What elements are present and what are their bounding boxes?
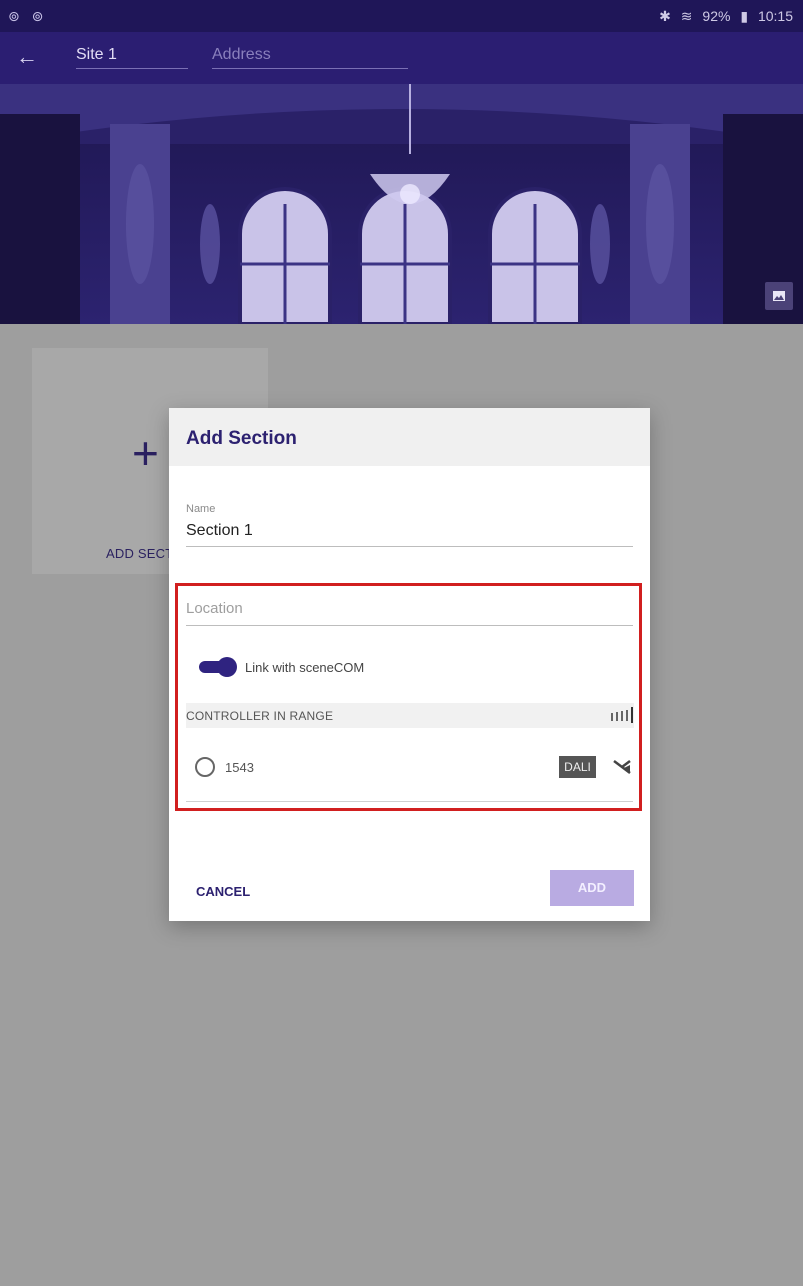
location-input[interactable]: Location: [186, 600, 243, 617]
controller-id: 1543: [225, 760, 254, 775]
plus-icon: +: [132, 427, 159, 479]
name-input[interactable]: Section 1: [186, 522, 253, 540]
dialog-title: Add Section: [186, 428, 297, 449]
notification-icons: ⊚ ⊚: [8, 8, 48, 24]
change-image-button[interactable]: [765, 282, 793, 310]
link-scenecom-label: Link with sceneCOM: [245, 660, 365, 675]
bluetooth-icon: ✱: [659, 8, 671, 24]
location-underline: [186, 625, 633, 626]
signal-strength-icon: [611, 707, 633, 723]
app-bar: ← Site 1 Address: [0, 32, 803, 84]
link-scenecom-toggle[interactable]: [199, 657, 237, 677]
clock: 10:15: [757, 8, 793, 24]
address-field[interactable]: Address: [212, 46, 408, 69]
battery-level: 92%: [702, 8, 731, 24]
add-button[interactable]: ADD: [550, 870, 634, 906]
site-name-field[interactable]: Site 1: [76, 46, 188, 69]
name-field-label: Name: [186, 503, 216, 515]
status-bar: ⊚ ⊚ ✱ ≋ 92% ▮ 10:15: [0, 0, 803, 32]
add-section-dialog: Add Section Name Section 1 Location Link…: [169, 408, 650, 921]
site-header-image: [0, 84, 803, 324]
add-section-label: ADD SECT: [106, 546, 174, 561]
controller-list-title: CONTROLLER IN RANGE: [186, 709, 334, 723]
dali-badge: DALI: [559, 756, 596, 778]
toggle-thumb: [217, 657, 237, 677]
unlink-icon[interactable]: [610, 756, 634, 778]
wifi-icon: ≋: [680, 8, 693, 24]
controller-row-divider: [186, 801, 633, 802]
image-icon: [773, 291, 785, 301]
status-indicators: ✱ ≋ 92% ▮ 10:15: [653, 8, 793, 25]
battery-icon: ▮: [740, 8, 749, 24]
controller-radio[interactable]: [195, 757, 215, 777]
back-arrow-icon[interactable]: ←: [16, 44, 38, 70]
name-underline: [186, 546, 633, 547]
cancel-button[interactable]: CANCEL: [196, 884, 250, 899]
